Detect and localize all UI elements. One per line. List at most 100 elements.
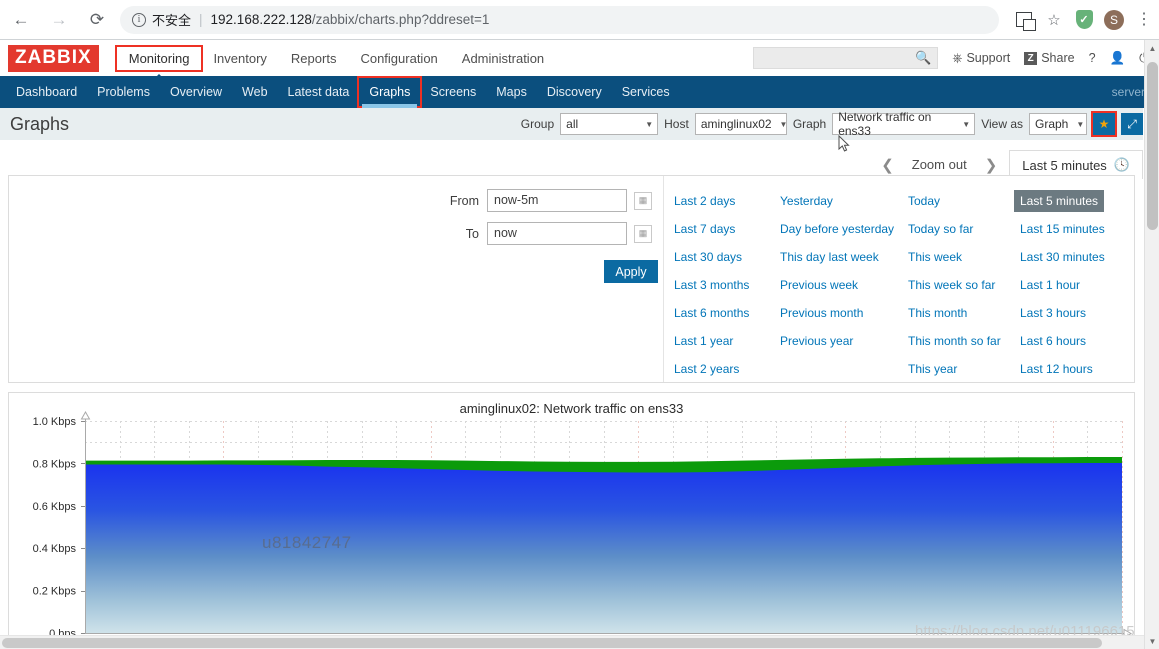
- reload-icon[interactable]: ⟳: [80, 3, 114, 37]
- chevron-down-icon: ▼: [779, 119, 788, 129]
- menu-item-inventory[interactable]: Inventory: [201, 47, 278, 70]
- graph-select[interactable]: Network traffic on ens33 ▼: [832, 110, 976, 138]
- scroll-up-arrow-icon[interactable]: ▲: [1145, 40, 1159, 56]
- subnav-item-discovery[interactable]: Discovery: [537, 78, 612, 106]
- quick-range-item[interactable]: Last 7 days: [672, 218, 778, 240]
- viewas-select[interactable]: Graph ▼: [1029, 113, 1087, 135]
- quick-range-item[interactable]: Last 30 minutes: [1018, 246, 1134, 268]
- header-right-group: 🔍 ⎈ Support Z Share ? 👤 ⏻: [753, 47, 1159, 69]
- quick-range-column-1: Last 2 days Last 7 days Last 30 days Las…: [672, 190, 778, 382]
- quick-range-item[interactable]: This year: [906, 358, 1018, 380]
- quick-range-item-active[interactable]: Last 5 minutes: [1014, 190, 1105, 212]
- subnav-item-problems[interactable]: Problems: [87, 78, 160, 106]
- quick-range-item[interactable]: Last 1 year: [672, 330, 778, 352]
- fullscreen-expand-icon[interactable]: ⤢: [1121, 113, 1143, 135]
- quick-range-item[interactable]: Yesterday: [778, 190, 906, 212]
- user-profile-icon[interactable]: 👤: [1110, 51, 1126, 66]
- quick-range-item[interactable]: This week so far: [906, 274, 1018, 296]
- quick-range-item[interactable]: Last 2 days: [672, 190, 778, 212]
- quick-range-item[interactable]: This day last week: [778, 246, 906, 268]
- calendar-icon[interactable]: ▦: [634, 191, 652, 210]
- quick-range-item[interactable]: Last 12 hours: [1018, 358, 1134, 380]
- chrome-menu-icon[interactable]: ⋮: [1129, 5, 1159, 35]
- horizontal-scrollbar[interactable]: [0, 635, 1144, 649]
- to-input[interactable]: now: [487, 222, 627, 245]
- quick-range-item[interactable]: Today so far: [906, 218, 1018, 240]
- svg-text:0.8 Kbps: 0.8 Kbps: [33, 458, 77, 470]
- quick-range-item[interactable]: Previous week: [778, 274, 906, 296]
- browser-toolbar: ← → ⟳ i 不安全 | 192.168.222.128/zabbix/cha…: [0, 0, 1159, 40]
- quick-range-item[interactable]: Last 6 months: [672, 302, 778, 324]
- svg-text:1.0 Kbps: 1.0 Kbps: [33, 416, 77, 428]
- quick-range-item[interactable]: Last 1 hour: [1018, 274, 1134, 296]
- subnav-item-graphs[interactable]: Graphs: [357, 76, 423, 108]
- apply-button[interactable]: Apply: [604, 260, 658, 283]
- subnav-item-screens[interactable]: Screens: [420, 78, 486, 106]
- quick-range-item[interactable]: This month: [906, 302, 1018, 324]
- quick-range-item[interactable]: Last 30 days: [672, 246, 778, 268]
- subnav-item-maps[interactable]: Maps: [486, 78, 537, 106]
- quick-range-item[interactable]: Last 6 hours: [1018, 330, 1134, 352]
- url-text: 192.168.222.128/zabbix/charts.php?ddrese…: [211, 12, 490, 27]
- from-input[interactable]: now-5m: [487, 189, 627, 212]
- host-select[interactable]: aminglinux02 ▼: [694, 113, 788, 135]
- bookmark-star-icon[interactable]: ☆: [1039, 5, 1069, 35]
- share-badge-icon: Z: [1024, 51, 1038, 65]
- sub-navigation: Dashboard Problems Overview Web Latest d…: [0, 76, 1159, 108]
- subnav-item-dashboard[interactable]: Dashboard: [6, 78, 87, 106]
- horizontal-scrollbar-thumb[interactable]: [2, 638, 1102, 648]
- clock-icon: 🕓: [1113, 157, 1130, 172]
- zoom-out-button[interactable]: Zoom out: [906, 152, 973, 177]
- menu-item-reports[interactable]: Reports: [279, 47, 349, 70]
- quick-range-item[interactable]: Last 3 months: [672, 274, 778, 296]
- forward-arrow-icon[interactable]: →: [42, 3, 76, 37]
- quick-range-item[interactable]: Previous year: [778, 330, 906, 352]
- svg-text:0.6 Kbps: 0.6 Kbps: [33, 501, 77, 513]
- group-select-value: all: [566, 117, 579, 131]
- host-label: Host: [664, 117, 689, 131]
- group-select[interactable]: all ▼: [560, 113, 659, 135]
- menu-item-configuration[interactable]: Configuration: [348, 47, 449, 70]
- quick-range-item[interactable]: Day before yesterday: [778, 218, 906, 240]
- avatar[interactable]: S: [1099, 5, 1129, 35]
- back-arrow-icon[interactable]: ←: [4, 3, 38, 37]
- quick-range-item[interactable]: Last 3 hours: [1018, 302, 1134, 324]
- quick-range-item[interactable]: Previous month: [778, 302, 906, 324]
- site-info-icon[interactable]: i: [132, 12, 146, 27]
- from-label: From: [449, 193, 479, 208]
- url-host: 192.168.222.128: [210, 12, 312, 27]
- page-title: Graphs: [10, 114, 70, 134]
- quick-range-item[interactable]: This month so far: [906, 330, 1018, 352]
- vertical-scrollbar[interactable]: ▲ ▼: [1144, 40, 1159, 649]
- quick-range-item[interactable]: Today: [906, 190, 1018, 212]
- zabbix-logo[interactable]: ZABBIX: [8, 44, 99, 72]
- adguard-shield-icon[interactable]: ✓: [1069, 5, 1099, 35]
- main-menu: Monitoring Inventory Reports Configurati…: [114, 40, 556, 76]
- quick-range-column-2: Yesterday Day before yesterday This day …: [778, 190, 906, 382]
- network-traffic-chart[interactable]: 1.0 Kbps 0.8 Kbps 0.6 Kbps 0.4 Kbps 0.2 Kbps…: [9, 393, 1135, 642]
- favorite-star-icon[interactable]: ★: [1091, 111, 1117, 137]
- vertical-scrollbar-thumb[interactable]: [1147, 62, 1158, 230]
- search-input[interactable]: 🔍: [753, 47, 939, 69]
- help-link[interactable]: ?: [1089, 51, 1096, 65]
- url-path: /zabbix/charts.php?ddreset=1: [311, 12, 490, 27]
- to-label: To: [465, 226, 479, 241]
- calendar-icon[interactable]: ▦: [634, 224, 652, 243]
- translate-icon[interactable]: [1009, 5, 1039, 35]
- quick-range-item[interactable]: This week: [906, 246, 1018, 268]
- share-link[interactable]: Z Share: [1024, 51, 1075, 65]
- scroll-down-arrow-icon[interactable]: ▼: [1145, 633, 1159, 649]
- from-row: From now-5m ▦: [9, 189, 663, 212]
- subnav-item-web[interactable]: Web: [232, 78, 277, 106]
- graph-label: Graph: [792, 117, 827, 131]
- quick-range-item[interactable]: Last 15 minutes: [1018, 218, 1134, 240]
- subnav-item-latest-data[interactable]: Latest data: [278, 78, 360, 106]
- support-link[interactable]: ⎈ Support: [952, 51, 1010, 66]
- menu-item-monitoring[interactable]: Monitoring: [114, 44, 204, 72]
- quick-range-column-3: Today Today so far This week This week s…: [906, 190, 1018, 404]
- subnav-item-overview[interactable]: Overview: [160, 78, 232, 106]
- subnav-item-services[interactable]: Services: [612, 78, 680, 106]
- quick-range-item[interactable]: Last 2 years: [672, 358, 778, 380]
- address-bar[interactable]: i 不安全 | 192.168.222.128/zabbix/charts.ph…: [120, 5, 999, 34]
- menu-item-administration[interactable]: Administration: [450, 47, 556, 70]
